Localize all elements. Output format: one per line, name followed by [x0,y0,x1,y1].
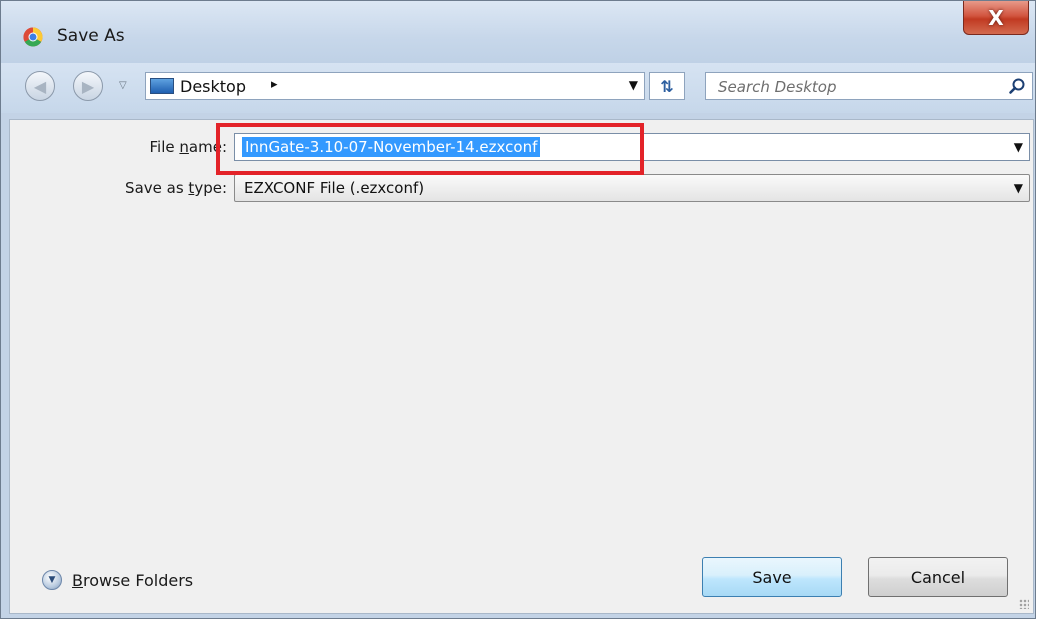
refresh-icon: ⇅ [660,76,674,96]
browse-folders-toggle[interactable]: ▼ Browse Folders [42,570,193,590]
window-title: Save As [57,26,125,46]
save-type-select[interactable]: EZXCONF File (.ezxconf) ▼ [234,174,1030,202]
save-type-dropdown-icon[interactable]: ▼ [1014,181,1023,195]
annotation-highlight-box [216,123,644,175]
save-button[interactable]: Save [702,557,842,597]
save-type-value: EZXCONF File (.ezxconf) [244,179,425,197]
breadcrumb-desktop[interactable]: Desktop [180,77,246,96]
address-bar[interactable]: Desktop ▸ ▼ [145,72,645,100]
chevron-down-circle-icon: ▼ [42,570,62,590]
search-icon[interactable] [1008,77,1026,95]
save-as-dialog: Save As X ◀ ▶ ▽ Desktop ▸ ▼ ⇅ Search Des… [0,0,1036,619]
close-icon: X [988,5,1004,30]
refresh-button[interactable]: ⇅ [649,72,685,100]
resize-grip[interactable] [1019,599,1029,609]
recent-pages-dropdown-icon[interactable]: ▽ [119,80,127,91]
navigation-bar: ◀ ▶ ▽ Desktop ▸ ▼ ⇅ [1,63,1035,113]
address-dropdown-icon[interactable]: ▼ [629,78,638,92]
search-input[interactable] [716,76,990,98]
save-button-label: Save [752,567,792,587]
back-button[interactable]: ◀ [25,71,55,101]
close-button[interactable]: X [963,1,1029,35]
forward-arrow-icon: ▶ [81,76,95,96]
file-name-dropdown-icon[interactable]: ▼ [1014,140,1023,154]
forward-button[interactable]: ▶ [73,71,103,101]
browse-folders-label: Browse Folders [72,570,194,590]
cancel-button[interactable]: Cancel [868,557,1008,597]
desktop-icon [150,78,174,94]
breadcrumb-chevron-icon[interactable]: ▸ [271,77,278,92]
title-bar[interactable]: Save As X [1,1,1035,63]
save-type-label: Save as type: [125,179,227,197]
back-arrow-icon: ◀ [33,76,47,96]
cancel-button-label: Cancel [910,567,966,587]
search-box[interactable] [705,72,1033,100]
dialog-body: File name: InnGate-3.10-07-November-14.e… [9,119,1034,614]
chrome-icon [23,27,43,47]
